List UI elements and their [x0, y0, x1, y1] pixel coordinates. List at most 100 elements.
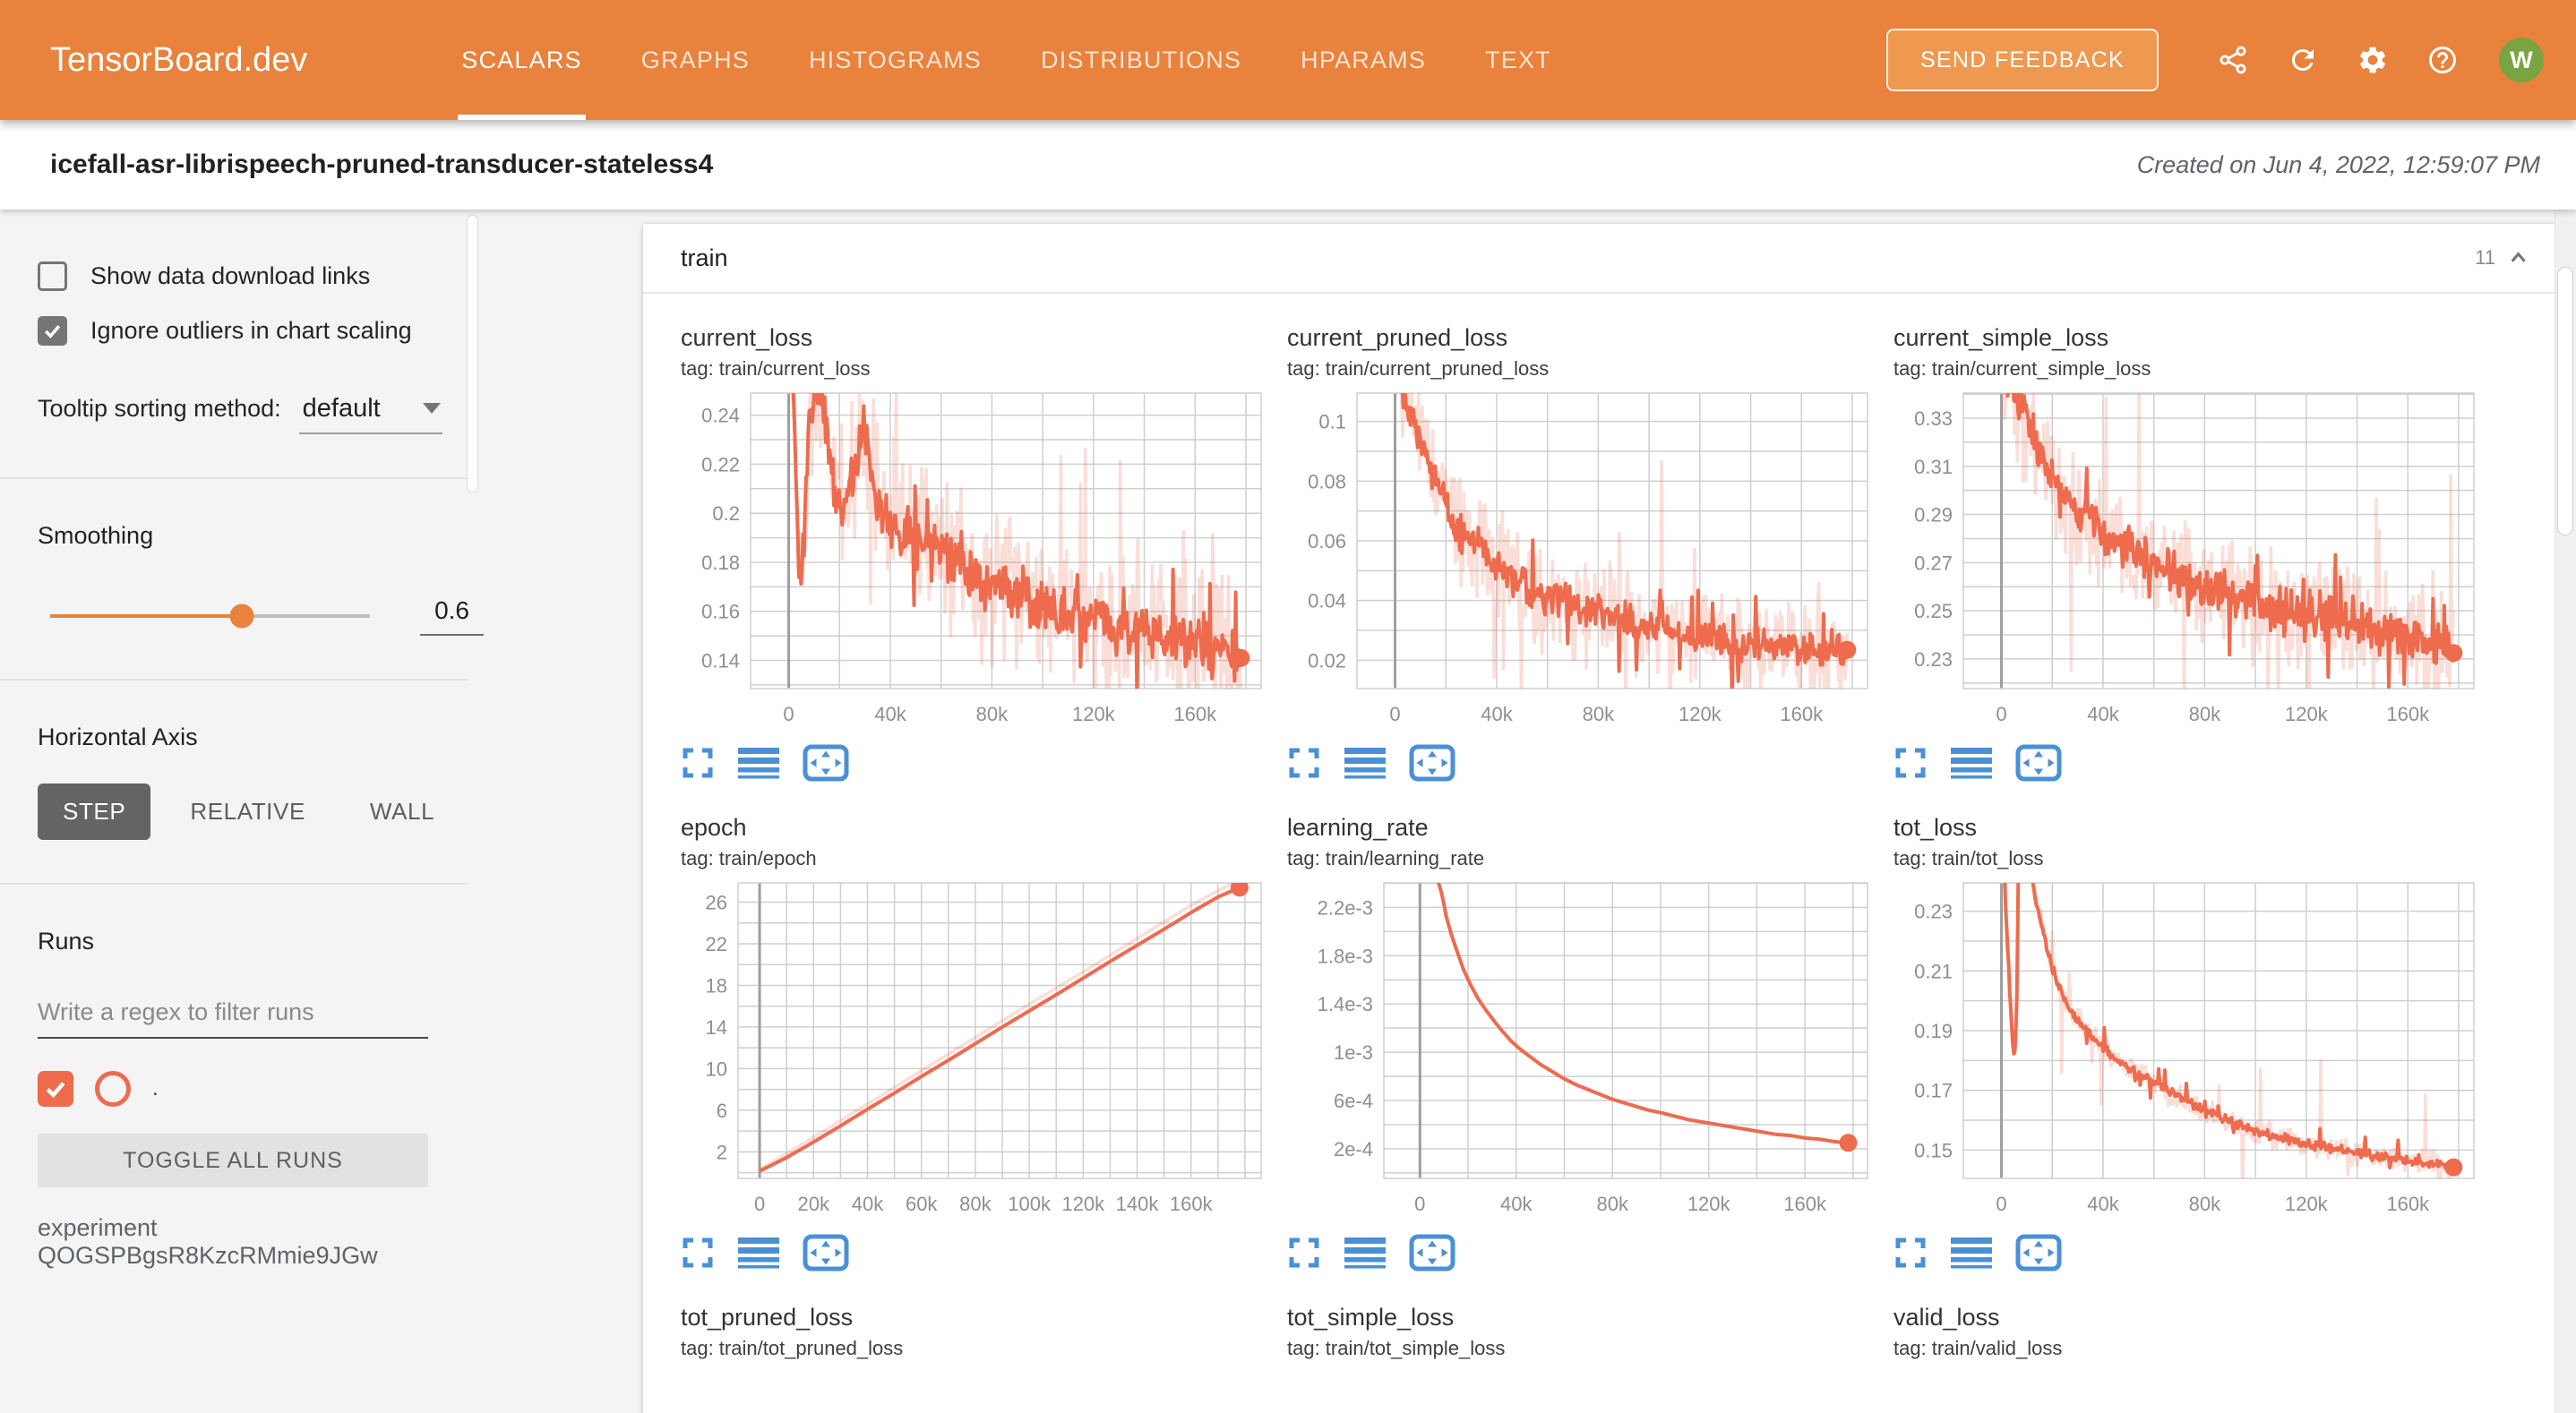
help-button[interactable] [2426, 44, 2459, 76]
send-feedback-button[interactable]: SEND FEEDBACK [1886, 29, 2159, 91]
charts-grid: current_losstag: train/current_loss040k8… [643, 294, 2555, 1360]
runs-list-button[interactable] [738, 746, 779, 780]
run-color-indicator[interactable] [95, 1071, 131, 1107]
fit-domain-icon [2015, 1234, 2062, 1272]
svg-text:40k: 40k [2087, 1193, 2119, 1215]
fit-domain-button[interactable] [803, 744, 849, 782]
app-logo[interactable]: TensorBoard.dev [50, 41, 307, 80]
runs-list-button[interactable] [1951, 1236, 1992, 1270]
runs-list-button[interactable] [738, 1236, 779, 1270]
axis-option-wall[interactable]: WALL [345, 784, 459, 840]
chart-plot-learning_rate[interactable]: 040k80k120k160k2.2e-31.8e-31.4e-31e-36e-… [1287, 878, 1874, 1229]
svg-text:6: 6 [717, 1100, 727, 1122]
chart-toolbar [681, 1232, 1267, 1273]
expand-chart-button[interactable] [1287, 746, 1321, 780]
chart-plot-current_pruned_loss[interactable]: 040k80k120k160k0.10.080.060.040.02 [1287, 388, 1874, 739]
svg-text:0.14: 0.14 [701, 650, 740, 672]
axis-option-relative[interactable]: RELATIVE [165, 784, 331, 840]
content-area: Show data download links Ignore outliers… [0, 210, 2576, 1413]
horizontal-axis-label: Horizontal Axis [38, 724, 484, 751]
tab-histograms[interactable]: HISTOGRAMS [805, 0, 985, 120]
toggle-all-runs-button[interactable]: TOGGLE ALL RUNS [38, 1134, 428, 1187]
slider-thumb[interactable] [230, 604, 254, 629]
final-point-marker [1840, 1134, 1858, 1152]
svg-text:0.22: 0.22 [701, 453, 740, 475]
tab-text[interactable]: TEXT [1481, 0, 1555, 120]
help-icon [2426, 44, 2459, 76]
smoothed-series [1437, 878, 1848, 1143]
chart-plot-current_simple_loss[interactable]: 040k80k120k160k0.330.310.290.270.250.23 [1893, 388, 2480, 739]
lines-icon [1951, 1236, 1992, 1270]
page-scrollbar[interactable] [2555, 210, 2576, 1413]
tooltip-sorting-row: Tooltip sorting method: default [38, 394, 484, 434]
svg-text:0.02: 0.02 [1308, 649, 1346, 672]
chart-plot-current_loss[interactable]: 040k80k120k160k0.240.220.20.180.160.14 [681, 388, 1267, 739]
smoothing-slider[interactable] [50, 614, 370, 618]
chart-card-tot_pruned_loss: tot_pruned_losstag: train/tot_pruned_los… [681, 1304, 1267, 1360]
svg-text:40k: 40k [1481, 703, 1513, 725]
chart-tag: tag: train/epoch [681, 847, 1267, 870]
fit-domain-button[interactable] [803, 1234, 849, 1272]
ignore-outliers-label: Ignore outliers in chart scaling [90, 317, 412, 345]
settings-button[interactable] [2357, 44, 2389, 76]
svg-text:40k: 40k [1500, 1193, 1533, 1215]
sidebar-scrollbar[interactable] [467, 215, 478, 492]
tab-graphs[interactable]: GRAPHS [638, 0, 753, 120]
runs-list-button[interactable] [1951, 746, 1992, 780]
expand-chart-button[interactable] [1893, 1236, 1928, 1270]
tab-distributions[interactable]: DISTRIBUTIONS [1037, 0, 1245, 120]
svg-text:0.25: 0.25 [1914, 600, 1953, 622]
expand-chart-button[interactable] [681, 746, 715, 780]
svg-text:160k: 160k [1170, 1193, 1214, 1215]
train-section-header[interactable]: train 11 [643, 224, 2555, 292]
svg-text:120k: 120k [2285, 703, 2329, 725]
chart-plot-tot_loss[interactable]: 040k80k120k160k0.230.210.190.170.15 [1893, 878, 2480, 1229]
svg-text:0.1: 0.1 [1318, 411, 1346, 433]
runs-list-button[interactable] [1344, 1236, 1386, 1270]
runs-list-button[interactable] [1344, 746, 1386, 780]
chart-plot-epoch[interactable]: 020k40k60k80k100k120k140k160k26221814106… [681, 878, 1267, 1229]
smoothing-value[interactable]: 0.6 [420, 596, 484, 636]
axis-option-step[interactable]: STEP [38, 784, 150, 840]
share-button[interactable] [2217, 44, 2249, 76]
sidebar-divider [0, 477, 468, 479]
fit-domain-icon [803, 1234, 849, 1272]
ignore-outliers-checkbox[interactable] [38, 316, 67, 346]
lines-icon [1344, 1236, 1386, 1270]
svg-text:120k: 120k [2285, 1193, 2329, 1215]
page-scrollbar-thumb[interactable] [2557, 267, 2573, 535]
tooltip-sorting-dropdown[interactable]: default [299, 394, 442, 434]
tab-hparams[interactable]: HPARAMS [1297, 0, 1430, 120]
chart-title: current_pruned_loss [1287, 324, 1874, 352]
chevron-up-icon [2504, 244, 2531, 271]
run-checkbox[interactable] [38, 1071, 73, 1107]
fit-domain-button[interactable] [1409, 744, 1455, 782]
expand-icon [1893, 746, 1928, 780]
chart-tag: tag: train/current_loss [681, 357, 1267, 381]
fit-domain-button[interactable] [2015, 1234, 2062, 1272]
fit-domain-button[interactable] [2015, 744, 2062, 782]
expand-chart-button[interactable] [1893, 746, 1928, 780]
show-download-links-checkbox[interactable] [38, 261, 67, 291]
chart-card-tot_simple_loss: tot_simple_losstag: train/tot_simple_los… [1287, 1304, 1874, 1360]
fit-domain-button[interactable] [1409, 1234, 1455, 1272]
runs-regex-input[interactable] [38, 995, 428, 1039]
ignore-outliers-row[interactable]: Ignore outliers in chart scaling [38, 316, 484, 346]
tab-scalars[interactable]: SCALARS [458, 0, 585, 120]
show-download-links-row[interactable]: Show data download links [38, 261, 484, 291]
experiment-title: icefall-asr-librispeech-pruned-transduce… [50, 150, 713, 180]
train-section-card: train 11 current_losstag: train/current_… [643, 224, 2555, 1413]
experiment-id-label: experiment QOGSPBgsR8KzcRMmie9JGw [38, 1214, 484, 1270]
collapse-section-button[interactable] [2504, 244, 2531, 271]
final-point-marker [1838, 641, 1856, 659]
svg-text:80k: 80k [976, 703, 1009, 725]
axis-tick-labels: 040k80k120k160k0.230.210.190.170.15 [1914, 901, 2430, 1215]
user-avatar[interactable]: W [2499, 38, 2544, 82]
refresh-button[interactable] [2287, 44, 2319, 76]
expand-chart-button[interactable] [681, 1236, 715, 1270]
expand-icon [681, 1236, 715, 1270]
svg-text:60k: 60k [906, 1193, 938, 1215]
svg-text:0: 0 [1996, 1193, 2006, 1215]
expand-chart-button[interactable] [1287, 1236, 1321, 1270]
chart-tag: tag: train/tot_pruned_loss [681, 1337, 1267, 1360]
